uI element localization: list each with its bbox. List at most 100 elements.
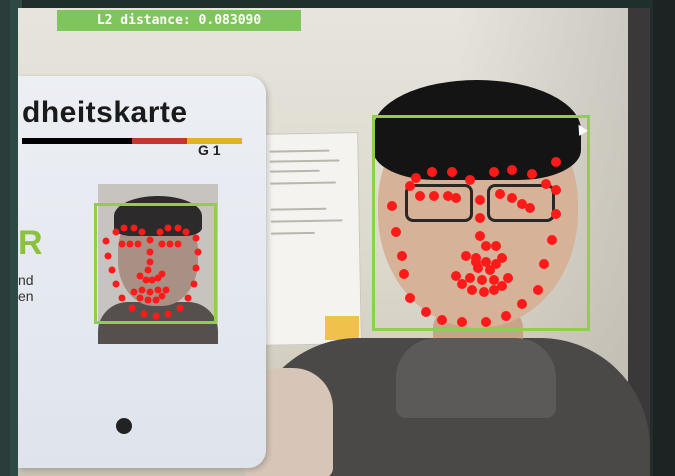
- landmark-point: [182, 228, 190, 236]
- landmark-point: [176, 304, 184, 312]
- landmark-point: [194, 248, 202, 256]
- landmark-point: [136, 294, 144, 302]
- landmark-point: [527, 169, 537, 179]
- card-text-line: en: [18, 288, 34, 304]
- landmark-point: [126, 240, 134, 248]
- whiteboard-scribble: [270, 231, 315, 235]
- landmark-point: [138, 228, 146, 236]
- landmark-point: [387, 201, 397, 211]
- landmark-point: [447, 167, 457, 177]
- landmark-point: [501, 311, 511, 321]
- landmark-point: [507, 165, 517, 175]
- landmark-point: [475, 195, 485, 205]
- landmark-point: [539, 259, 549, 269]
- landmark-point: [475, 213, 485, 223]
- landmark-point: [140, 310, 148, 318]
- landmark-point: [397, 251, 407, 261]
- whiteboard-scribble: [269, 169, 320, 173]
- landmark-point: [152, 312, 160, 320]
- person-collar: [396, 338, 556, 418]
- landmark-point: [517, 299, 527, 309]
- landmark-point: [507, 193, 517, 203]
- landmark-point: [473, 263, 483, 273]
- landmark-point: [551, 185, 561, 195]
- landmark-point: [475, 231, 485, 241]
- landmark-point: [190, 280, 198, 288]
- landmark-point: [130, 224, 138, 232]
- landmark-point: [485, 265, 495, 275]
- landmark-point: [489, 167, 499, 177]
- distance-label: L2 distance: 0.083090: [57, 10, 301, 31]
- landmark-point: [495, 189, 505, 199]
- landmark-point: [489, 275, 499, 285]
- landmark-point: [551, 209, 561, 219]
- landmark-point: [461, 251, 471, 261]
- landmark-point: [144, 266, 152, 274]
- landmark-point: [427, 167, 437, 177]
- landmark-point: [467, 285, 477, 295]
- landmark-point: [164, 224, 172, 232]
- landmark-point: [391, 227, 401, 237]
- landmark-point: [421, 307, 431, 317]
- seal-icon: [116, 418, 132, 434]
- landmark-point: [451, 193, 461, 203]
- landmark-point: [192, 234, 200, 242]
- landmark-point: [415, 191, 425, 201]
- landmark-point: [411, 173, 421, 183]
- landmark-point: [162, 286, 170, 294]
- landmark-point: [112, 280, 120, 288]
- face-bounding-box-card: [94, 203, 217, 324]
- landmark-point: [551, 157, 561, 167]
- landmark-point: [118, 294, 126, 302]
- whiteboard-scribble: [270, 207, 327, 211]
- landmark-point: [405, 293, 415, 303]
- card-code: G 1: [198, 142, 221, 158]
- landmark-point: [130, 288, 138, 296]
- landmark-point: [146, 288, 154, 296]
- landmark-point: [481, 241, 491, 251]
- landmark-point: [158, 240, 166, 248]
- landmark-point: [154, 286, 162, 294]
- landmark-point: [158, 292, 166, 300]
- landmark-point: [146, 248, 154, 256]
- landmark-point: [138, 286, 146, 294]
- card-title: dheitskarte: [22, 96, 188, 129]
- landmark-point: [192, 264, 200, 272]
- right-border: [653, 0, 675, 476]
- landmark-point: [118, 240, 126, 248]
- landmark-point: [525, 203, 535, 213]
- landmark-point: [491, 241, 501, 251]
- landmark-point: [503, 273, 513, 283]
- landmark-point: [541, 179, 551, 189]
- sticky-note: [325, 316, 359, 340]
- card-text-line: nd: [18, 272, 34, 288]
- whiteboard-scribble: [270, 181, 337, 185]
- landmark-point: [471, 253, 481, 263]
- landmark-point: [497, 253, 507, 263]
- landmark-point: [112, 228, 120, 236]
- landmark-point: [174, 240, 182, 248]
- landmark-point: [184, 294, 192, 302]
- landmark-point: [108, 266, 116, 274]
- landmark-point: [156, 228, 164, 236]
- whiteboard-scribble: [269, 149, 330, 153]
- landmark-point: [144, 296, 152, 304]
- landmark-point: [174, 224, 182, 232]
- distance-text: L2 distance: 0.083090: [96, 13, 262, 28]
- landmark-point: [533, 285, 543, 295]
- whiteboard-scribble: [269, 159, 340, 163]
- landmark-point: [399, 269, 409, 279]
- landmark-point: [437, 315, 447, 325]
- landmark-point: [465, 273, 475, 283]
- landmark-point: [479, 287, 489, 297]
- landmark-point: [166, 240, 174, 248]
- landmark-point: [481, 317, 491, 327]
- landmark-point: [457, 317, 467, 327]
- landmark-point: [104, 252, 112, 260]
- landmark-point: [102, 237, 110, 245]
- whiteboard: [254, 132, 362, 346]
- landmark-point: [128, 304, 136, 312]
- whiteboard-scribble: [270, 219, 343, 223]
- landmark-point: [164, 310, 172, 318]
- landmark-point: [465, 175, 475, 185]
